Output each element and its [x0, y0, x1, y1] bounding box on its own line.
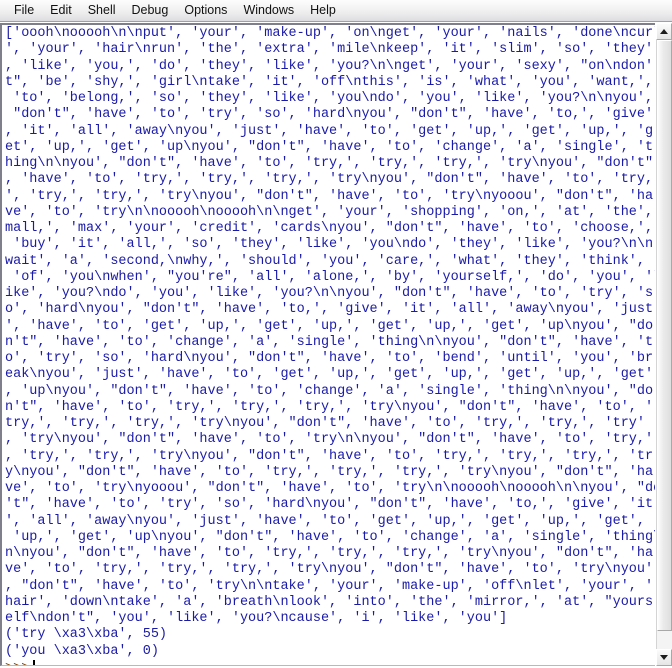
shell-output-line: et', 'up,', 'get', 'up\nyou', "don't", '… — [5, 139, 654, 155]
shell-output-line: , 'try\nyou', "don't", 'have', 'to', 'tr… — [5, 432, 654, 448]
scrollbar-thumb[interactable] — [657, 40, 672, 631]
menu-options[interactable]: Options — [176, 1, 235, 20]
shell-output-line: ve', 'to', 'try\n\nooooh\nooooh\n\nget',… — [5, 204, 655, 220]
shell-output-line: , 'try,', 'try,', 'try\nyou', "don't", '… — [5, 448, 654, 464]
scrollbar-track[interactable] — [656, 40, 672, 649]
prompt-text: >>> — [5, 661, 29, 665]
shell-result-line: ('try \xa3\xba', 55) — [5, 627, 168, 643]
shell-prompt-line[interactable]: >>> — [5, 659, 655, 665]
shell-output-line: wait', 'a', 'second,\nwhy,', 'should', '… — [5, 253, 646, 269]
shell-output-line: ', 'your', 'hair\nrun', 'the', 'extra', … — [5, 42, 654, 58]
shell-output-line: t", 'be', 'shy,', 'girl\ntake', 'it', 'o… — [5, 74, 654, 90]
shell-output-line: ['oooh\nooooh\n\nput', 'your', 'make-up'… — [5, 26, 655, 41]
shell-output-line: n't", 'have', 'to', 'change', 'a', 'sing… — [5, 334, 654, 350]
menubar: File Edit Shell Debug Options Windows Help — [0, 0, 672, 22]
shell-output-line: ', 'have', 'to', 'get', 'up,', 'get', 'u… — [5, 318, 654, 334]
scroll-down-arrow-icon[interactable] — [656, 649, 672, 666]
text-caret — [33, 659, 36, 665]
menu-file[interactable]: File — [6, 1, 42, 20]
shell-output-line: eak\nyou', 'just', 'have', 'to', 'get', … — [5, 367, 654, 383]
menu-help[interactable]: Help — [302, 1, 344, 20]
menu-shell[interactable]: Shell — [80, 1, 124, 20]
shell-output-line: mall,', 'max', 'your', 'credit', 'cards\… — [5, 221, 654, 236]
shell-output-line: , 'have', 'to', 'try,', 'try,', 'try,', … — [5, 172, 654, 188]
shell-output-line: 'up,', 'get', 'up\nyou', "don't", 'have'… — [5, 529, 655, 545]
shell-output-line: y\nyou', "don't", 'have', 'to', 'try,', … — [5, 464, 654, 480]
menu-edit[interactable]: Edit — [42, 1, 80, 20]
shell-output-line: 't", 'have', 'to', 'try', 'so', 'hard\ny… — [5, 497, 654, 513]
scroll-up-arrow-icon[interactable] — [656, 23, 672, 40]
shell-output-line: 'buy', 'it', 'all,', 'so', 'they', 'like… — [5, 237, 654, 253]
shell-output-line: ike', 'you?\ndo', 'you', 'like', 'you?\n… — [5, 286, 654, 301]
shell-output-line: hair', 'down\ntake', 'a', 'breath\nlook'… — [5, 594, 654, 610]
shell-output-line: try,', 'try,', 'try,', 'try\nyou', "don'… — [5, 416, 646, 431]
shell-output-line: , 'it', 'all', 'away\nyou', 'just', 'hav… — [5, 123, 654, 139]
shell-output-line: n't", 'have', 'to', 'try,', 'try,', 'try… — [5, 399, 654, 415]
triangle-up-icon — [660, 29, 668, 34]
shell-output-line: ', 'all', 'away\nyou', 'just', 'have', '… — [5, 513, 646, 529]
shell-output-line: "don't", 'have', 'to', 'try', 'so', 'har… — [5, 107, 654, 123]
menu-debug[interactable]: Debug — [124, 1, 177, 20]
shell-output-line: , 'up\nyou', "don't", 'have', 'to', 'cha… — [5, 383, 654, 399]
shell-text-frame[interactable]: ['oooh\nooooh\n\nput', 'your', 'make-up'… — [0, 23, 655, 666]
shell-text-body[interactable]: ['oooh\nooooh\n\nput', 'your', 'make-up'… — [2, 25, 655, 665]
shell-result-line: ('you \xa3\xba', 0) — [5, 643, 159, 659]
shell-output-line: 'of', 'you\nwhen', "you're", 'all', 'alo… — [5, 269, 655, 285]
shell-output-line: 'to', 'belong,', 'so', 'they', 'like', '… — [5, 91, 654, 106]
shell-output-line: n\nyou', "don't", 'have', 'to', 'try,', … — [5, 546, 654, 561]
shell-output-line: o', 'try', 'so', 'hard\nyou', "don't", '… — [5, 351, 654, 366]
shell-output-line: elf\ndon't", 'you', 'like', 'you?\ncause… — [5, 611, 508, 626]
vertical-scrollbar[interactable] — [655, 23, 672, 666]
shell-output-line: , "don't", 'have', 'to', 'try\n\ntake', … — [5, 578, 654, 594]
shell-output-line: , 'like', 'you,', 'do', 'they', 'like', … — [5, 58, 654, 74]
triangle-down-icon — [660, 655, 668, 660]
python-shell-window: File Edit Shell Debug Options Windows Help ['o… — [0, 0, 672, 668]
shell-output-line: ve', 'to', 'try\nyooou', "don't", 'have'… — [5, 481, 655, 496]
shell-output-line: ve', 'to', 'try,', 'try,', 'try,', 'try\… — [5, 562, 654, 578]
shell-output-line: hing\n\nyou', "don't", 'have', 'to', 'tr… — [5, 156, 654, 171]
menu-windows[interactable]: Windows — [235, 1, 302, 20]
shell-output-line: ', 'try,', 'try,', 'try\nyou', "don't", … — [5, 188, 654, 204]
shell-output-line: o', 'hard\nyou', "don't", 'have', 'to,',… — [5, 302, 654, 318]
shell-area: ['oooh\nooooh\n\nput', 'your', 'make-up'… — [0, 22, 672, 666]
